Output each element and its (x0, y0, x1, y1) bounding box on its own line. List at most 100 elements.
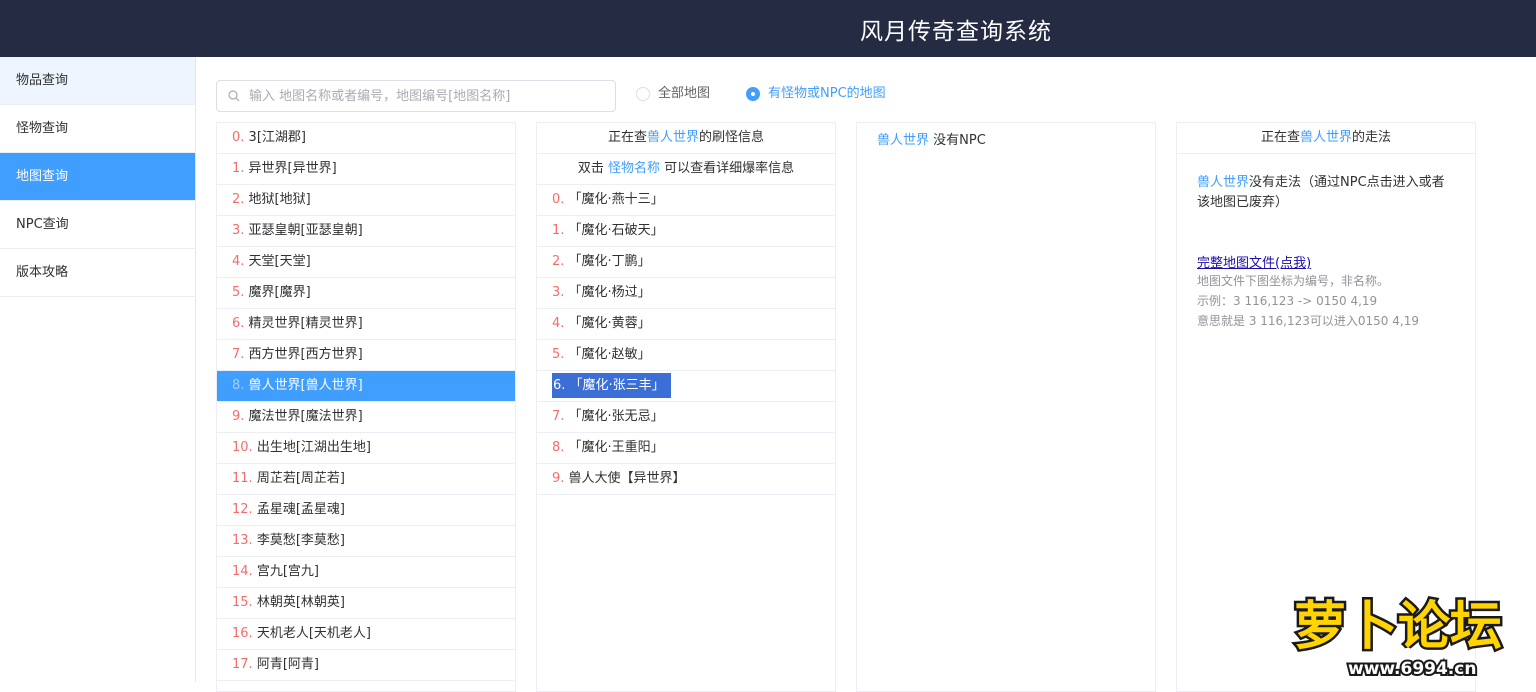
map-name: 兽人世界[兽人世界] (248, 378, 363, 393)
map-name: 天堂[天堂] (248, 254, 311, 269)
map-index: 16. (232, 626, 253, 641)
map-index: 8. (232, 378, 245, 393)
monster-name: 「魔化·黄蓉」 (568, 316, 651, 331)
map-name: 李莫愁[李莫愁] (256, 533, 345, 548)
sidebar-item-label: 怪物查询 (16, 121, 69, 136)
monster-list-item[interactable]: 7. 「魔化·张无忌」 (537, 402, 835, 433)
monster-index: 4. (552, 316, 565, 331)
map-list-item[interactable]: 13. 李莫愁[李莫愁] (217, 526, 515, 557)
map-name: 3[江湖郡] (248, 130, 306, 145)
map-index: 6. (232, 316, 245, 331)
monster-list-item[interactable]: 4. 「魔化·黄蓉」 (537, 309, 835, 340)
map-name: 魔法世界[魔法世界] (248, 409, 363, 424)
map-name: 精灵世界[精灵世界] (248, 316, 363, 331)
sidebar: 物品查询 怪物查询 地图查询 NPC查询 版本攻略 (0, 57, 196, 682)
map-list-item[interactable]: 5. 魔界[魔界] (217, 278, 515, 309)
map-list-item[interactable]: 15. 林朝英[林朝英] (217, 588, 515, 619)
radio-circle-icon (636, 87, 650, 101)
monster-list-item[interactable]: 6. 「魔化·张三丰」 (537, 371, 835, 402)
map-name: 异世界[异世界] (248, 161, 337, 176)
note-line: 地图文件下图坐标为编号，非名称。 (1197, 274, 1390, 288)
sidebar-item-monsters[interactable]: 怪物查询 (0, 105, 195, 153)
monster-name: 「魔化·丁鹏」 (568, 254, 651, 269)
map-list-item[interactable]: 7. 西方世界[西方世界] (217, 340, 515, 371)
monster-name: 「魔化·张三丰」 (569, 378, 665, 393)
note-line: 意思就是 3 116,123可以进入0150 4,19 (1197, 314, 1419, 328)
hint-prefix: 双击 (577, 161, 604, 176)
radio-checked-icon (746, 87, 760, 101)
map-index: 7. (232, 347, 245, 362)
monster-list-item[interactable]: 5. 「魔化·赵敏」 (537, 340, 835, 371)
monster-name: 「魔化·张无忌」 (568, 409, 664, 424)
route-header-prefix: 正在查 (1260, 130, 1300, 145)
map-list-item[interactable]: 4. 天堂[天堂] (217, 247, 515, 278)
map-index: 11. (232, 471, 253, 486)
map-list-item[interactable]: 8. 兽人世界[兽人世界] (217, 371, 515, 402)
map-name: 宫九[宫九] (256, 564, 319, 579)
sidebar-item-label: 版本攻略 (16, 265, 69, 280)
map-list-item[interactable]: 2. 地狱[地狱] (217, 185, 515, 216)
monster-index: 9. (552, 471, 565, 486)
map-search-box (216, 80, 616, 112)
monster-list-item[interactable]: 1. 「魔化·石破天」 (537, 216, 835, 247)
map-index: 17. (232, 657, 253, 672)
monster-list-item[interactable]: 3. 「魔化·杨过」 (537, 278, 835, 309)
map-list-item[interactable]: 3. 亚瑟皇朝[亚瑟皇朝] (217, 216, 515, 247)
sidebar-item-items[interactable]: 物品查询 (0, 57, 195, 105)
spawn-header: 正在查兽人世界的刷怪信息 (537, 123, 835, 154)
filter-monster-npc-radio[interactable]: 有怪物或NPC的地图 (746, 86, 906, 104)
map-index: 12. (232, 502, 253, 517)
monster-list-item[interactable]: 8. 「魔化·王重阳」 (537, 433, 835, 464)
monster-list-item[interactable]: 9. 兽人大使【异世界】 (537, 464, 835, 495)
monster-index: 7. (552, 409, 565, 424)
npc-info: 兽人世界 没有NPC (877, 129, 986, 148)
monster-name: 「魔化·赵敏」 (568, 347, 651, 362)
sidebar-item-maps[interactable]: 地图查询 (0, 153, 195, 201)
map-list-item[interactable]: 11. 周芷若[周芷若] (217, 464, 515, 495)
map-list-item[interactable]: 17. 阿青[阿青] (217, 650, 515, 681)
spawn-header-prefix: 正在查 (607, 130, 647, 145)
map-name: 周芷若[周芷若] (256, 471, 345, 486)
monster-name: 兽人大使【异世界】 (568, 471, 686, 486)
map-list-item[interactable]: 0. 3[江湖郡] (217, 123, 515, 154)
monster-index: 2. (552, 254, 565, 269)
map-list-item[interactable]: 6. 精灵世界[精灵世界] (217, 309, 515, 340)
map-list-item[interactable]: 9. 魔法世界[魔法世界] (217, 402, 515, 433)
monster-list: 0. 「魔化·燕十三」 1. 「魔化·石破天」 2. 「魔化·丁鹏」 3. 「魔化·杨… (537, 185, 835, 495)
watermark-url: www.6994.cn (1348, 659, 1476, 679)
monster-selected-highlight: 6. 「魔化·张三丰」 (552, 373, 671, 398)
monster-list-item[interactable]: 0. 「魔化·燕十三」 (537, 185, 835, 216)
route-info-map: 兽人世界 (1197, 175, 1250, 190)
monster-name: 「魔化·杨过」 (568, 285, 651, 300)
spawn-info-panel: 正在查兽人世界的刷怪信息 双击 怪物名称 可以查看详细爆率信息 0. 「魔化·燕… (536, 122, 836, 692)
search-input[interactable] (249, 81, 609, 111)
map-index: 5. (232, 285, 245, 300)
sidebar-item-guide[interactable]: 版本攻略 (0, 249, 195, 297)
monster-name: 「魔化·石破天」 (568, 223, 664, 238)
map-list-item[interactable]: 14. 宫九[宫九] (217, 557, 515, 588)
hint-suffix: 可以查看详细爆率信息 (664, 161, 795, 176)
spawn-header-map: 兽人世界 (646, 130, 699, 145)
sidebar-item-npc[interactable]: NPC查询 (0, 201, 195, 249)
map-name: 亚瑟皇朝[亚瑟皇朝] (248, 223, 363, 238)
filter-all-maps-radio[interactable]: 全部地图 (636, 86, 726, 104)
map-name: 天机老人[天机老人] (256, 626, 371, 641)
map-index: 0. (232, 130, 245, 145)
full-map-file-link[interactable]: 完整地图文件(点我) (1197, 252, 1311, 271)
map-list-item[interactable]: 10. 出生地[江湖出生地] (217, 433, 515, 464)
monster-list-item[interactable]: 2. 「魔化·丁鹏」 (537, 247, 835, 278)
map-name: 地狱[地狱] (248, 192, 311, 207)
map-index: 4. (232, 254, 245, 269)
spawn-header-suffix: 的刷怪信息 (699, 130, 765, 145)
monster-index: 5. (552, 347, 565, 362)
map-name: 林朝英[林朝英] (256, 595, 345, 610)
watermark-logo: 萝卜论坛 www.6994.cn (1292, 595, 1505, 682)
map-name: 孟星魂[孟星魂] (256, 502, 345, 517)
monster-index: 0. (552, 192, 565, 207)
map-list-item[interactable]: 1. 异世界[异世界] (217, 154, 515, 185)
map-index: 10. (232, 440, 253, 455)
map-name: 西方世界[西方世界] (248, 347, 363, 362)
map-list-item[interactable]: 16. 天机老人[天机老人] (217, 619, 515, 650)
route-header-suffix: 的走法 (1352, 130, 1392, 145)
map-list-item[interactable]: 12. 孟星魂[孟星魂] (217, 495, 515, 526)
